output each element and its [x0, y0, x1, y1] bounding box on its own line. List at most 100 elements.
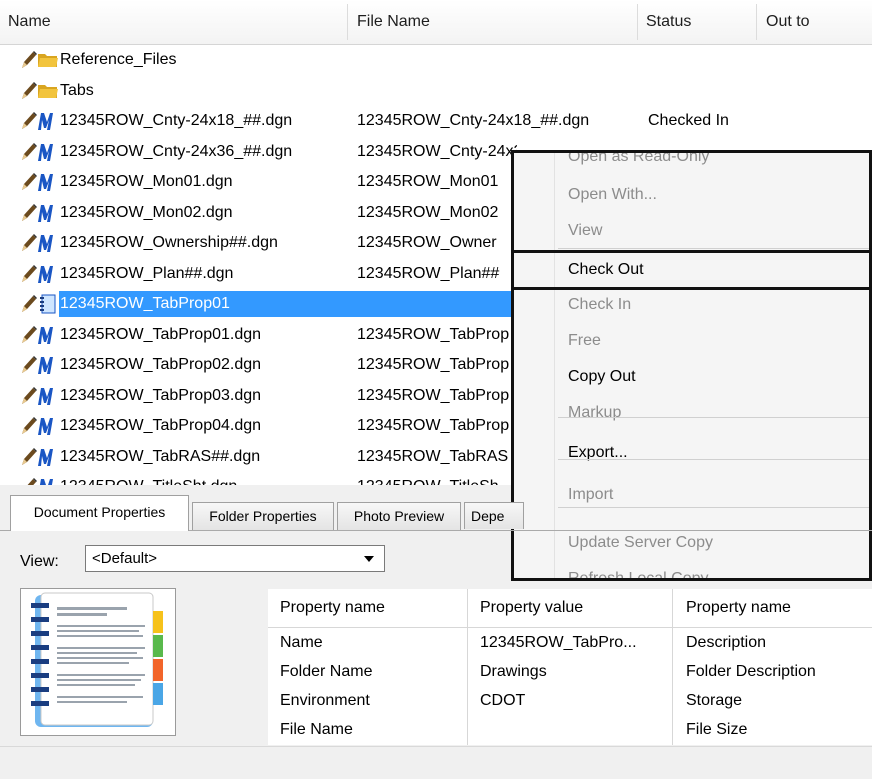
microstation-icon	[37, 447, 59, 467]
list-item[interactable]: Reference_Files	[0, 45, 872, 75]
property-name: Environment	[280, 692, 370, 709]
col-divider[interactable]	[637, 4, 638, 40]
item-name: 12345ROW_Cnty-24x18_##.dgn	[60, 112, 293, 129]
pencil-icon	[20, 142, 38, 162]
menu-item-markup[interactable]: Markup	[514, 395, 869, 431]
property-header[interactable]: Property name	[686, 589, 872, 627]
view-select[interactable]: <Default>	[85, 545, 385, 572]
item-file-name: 12345ROW_TitleSh	[357, 472, 517, 485]
pencil-icon	[20, 203, 38, 223]
menu-item-open-as-read-only[interactable]: Open as Read-Only	[514, 153, 869, 175]
notebook-icon	[31, 592, 163, 727]
menu-separator	[558, 417, 869, 418]
menu-item-label: Free	[568, 332, 601, 349]
pencil-icon	[20, 50, 38, 70]
col-out-to[interactable]: Out to	[766, 0, 810, 44]
col-divider[interactable]	[347, 4, 348, 40]
item-name: 12345ROW_TabProp03.dgn	[60, 386, 262, 404]
menu-item-label: Check Out	[568, 261, 644, 278]
item-name: 12345ROW_Mon02.dgn	[60, 203, 233, 221]
pencil-icon	[20, 325, 38, 345]
menu-item-check-in[interactable]: Check In	[514, 287, 869, 323]
item-status: Checked In	[648, 112, 729, 129]
property-name: Name	[280, 634, 323, 651]
microstation-icon	[37, 355, 59, 375]
menu-item-label: Refresh Local Copy	[568, 570, 709, 581]
microstation-icon	[37, 325, 59, 345]
menu-item-label: Check In	[568, 296, 632, 313]
menu-separator	[558, 248, 869, 249]
menu-item-view[interactable]: View	[514, 213, 869, 249]
pencil-icon	[20, 355, 38, 375]
status-band	[0, 746, 872, 779]
property-name: File Name	[280, 721, 353, 738]
item-file-name: 12345ROW_Cnty-24x18_##.dgn	[357, 112, 590, 129]
microstation-icon	[37, 111, 59, 131]
properties-table: Property name Property value Property name…	[268, 589, 872, 745]
grid-line	[672, 589, 673, 745]
item-name: 12345ROW_Plan##.dgn	[60, 264, 234, 282]
microstation-icon	[37, 477, 59, 485]
microstation-icon	[37, 142, 59, 162]
item-file-name: 12345ROW_Plan##	[357, 264, 500, 282]
list-item[interactable]: Tabs	[0, 76, 872, 106]
pencil-icon	[20, 111, 38, 131]
view-label: View:	[20, 553, 59, 570]
item-file-name: 12345ROW_Owner	[357, 234, 497, 251]
grid-line	[467, 589, 468, 745]
property-header[interactable]: Property name	[280, 589, 460, 627]
tab-document-properties[interactable]: Document Properties	[10, 495, 189, 531]
microstation-icon	[37, 233, 59, 253]
item-name: 12345ROW_TabProp01	[60, 295, 230, 312]
item-name: Reference_Files	[60, 51, 177, 68]
property-value: 12345ROW_TabPro...	[480, 634, 637, 651]
pencil-icon	[20, 81, 38, 101]
menu-item-export[interactable]: Export...	[514, 435, 869, 471]
item-file-name: 12345ROW_TabRAS	[357, 447, 509, 465]
property-name: Description	[686, 634, 767, 651]
menu-separator	[558, 459, 869, 460]
tab-photo-preview[interactable]: Photo Preview	[337, 502, 461, 530]
view-select-value: <Default>	[92, 550, 158, 567]
list-item[interactable]: 12345ROW_Cnty-24x18_##.dgn 12345ROW_Cnty-…	[0, 106, 872, 136]
item-file-name: 12345ROW_Cnty-24x36_##.dgn	[357, 142, 517, 160]
col-status[interactable]: Status	[646, 0, 691, 44]
menu-item-label: Markup	[568, 404, 622, 421]
menu-item-free[interactable]: Free	[514, 323, 869, 359]
menu-item-copy-out[interactable]: Copy Out	[514, 359, 869, 395]
item-file-name: 12345ROW_TabProp	[357, 325, 510, 343]
menu-item-open-with[interactable]: Open With...	[514, 177, 869, 213]
microstation-icon	[37, 416, 59, 436]
col-file-name[interactable]: File Name	[357, 0, 430, 44]
item-file-name: 12345ROW_Mon01	[357, 173, 499, 190]
tab-dependencies[interactable]: Depe	[464, 502, 524, 529]
property-header[interactable]: Property value	[480, 589, 665, 627]
pencil-icon	[20, 294, 38, 314]
pencil-icon	[20, 172, 38, 192]
menu-item-label: Export...	[568, 444, 628, 461]
menu-item-check-out[interactable]: Check Out	[514, 250, 869, 290]
menu-item-refresh-local-copy[interactable]: Refresh Local Copy	[514, 561, 869, 581]
microstation-icon	[37, 264, 59, 284]
property-name: Folder Name	[280, 663, 373, 680]
item-name: 12345ROW_TabProp04.dgn	[60, 417, 262, 434]
document-icon	[37, 294, 59, 314]
folder-icon	[37, 50, 59, 70]
tab-folder-properties[interactable]: Folder Properties	[192, 502, 334, 530]
menu-item-label: View	[568, 222, 603, 239]
property-value: Drawings	[480, 663, 547, 680]
column-header: Name File Name Status Out to	[0, 0, 872, 45]
menu-item-label: Copy Out	[568, 368, 636, 385]
col-name[interactable]: Name	[8, 0, 51, 44]
item-name: Tabs	[60, 81, 94, 99]
property-name: Folder Description	[686, 663, 816, 680]
item-file-name: 12345ROW_TabProp	[357, 386, 510, 404]
folder-icon	[37, 81, 59, 101]
menu-item-label: Open With...	[568, 186, 657, 203]
microstation-icon	[37, 386, 59, 406]
item-name: 12345ROW_TabProp01.dgn	[60, 325, 262, 343]
item-name: 12345ROW_TabProp02.dgn	[60, 356, 262, 373]
col-divider[interactable]	[756, 4, 757, 40]
property-name: Storage	[686, 692, 743, 709]
properties-tabs: Document Properties Folder Properties Ph…	[0, 492, 872, 531]
